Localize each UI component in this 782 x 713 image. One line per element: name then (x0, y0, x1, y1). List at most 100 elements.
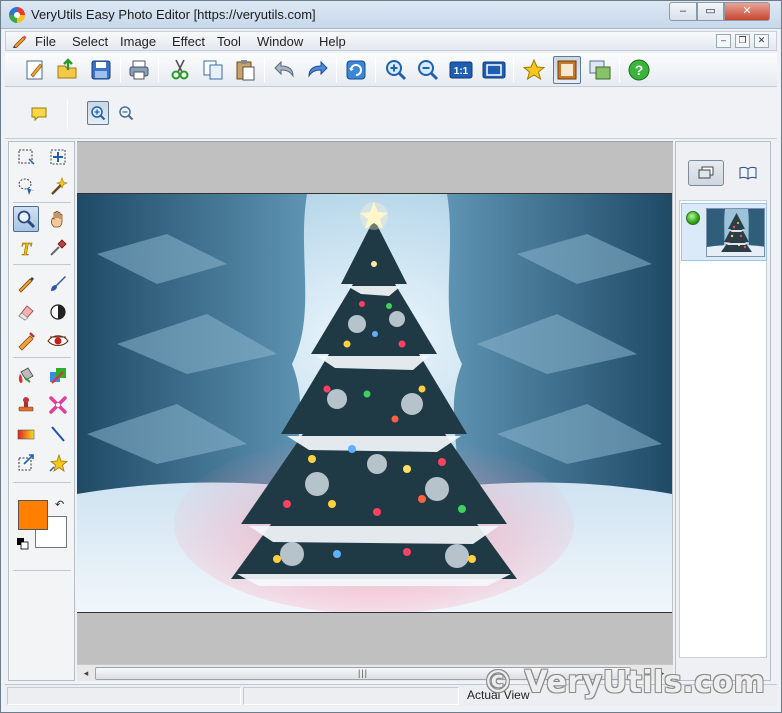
color-replace-tool[interactable] (45, 363, 71, 389)
zoom-out-small-icon (119, 106, 134, 121)
slideshow-icon (589, 60, 611, 80)
undo-button[interactable] (271, 56, 299, 84)
frame-button[interactable] (553, 56, 581, 84)
default-colors-icon[interactable] (17, 538, 29, 550)
fit-window-button[interactable] (480, 56, 508, 84)
redo-icon (308, 60, 328, 78)
heal-icon (49, 396, 67, 414)
slideshow-button[interactable] (586, 56, 614, 84)
foreground-color-swatch[interactable] (18, 500, 48, 530)
fill-tool[interactable] (13, 363, 39, 389)
tool-separator (13, 570, 71, 571)
tool-separator (13, 482, 71, 483)
frame-icon (557, 60, 577, 80)
sharpen-icon (18, 332, 35, 351)
comment-button[interactable] (25, 100, 53, 128)
toolbar-separator (264, 58, 265, 82)
stamp-tool[interactable] (13, 392, 39, 418)
zoom-out-icon (418, 60, 439, 81)
magic-wand-tool[interactable] (45, 173, 71, 199)
heal-tool[interactable] (45, 392, 71, 418)
christmas-tree-photo[interactable] (77, 193, 672, 613)
lasso-tool[interactable] (13, 173, 39, 199)
save-icon (91, 60, 111, 80)
image-thumbnail-item[interactable] (681, 203, 767, 261)
book-button[interactable] (730, 160, 766, 186)
thumbnail-image (706, 208, 765, 257)
toolbar-separator (619, 58, 620, 82)
help-button[interactable]: ? (625, 56, 653, 84)
swap-colors-icon[interactable]: ↶ (55, 498, 64, 511)
move-icon (50, 149, 66, 165)
hand-icon (51, 210, 63, 228)
scroll-left-arrow[interactable]: ◂ (79, 667, 93, 680)
help-icon: ? (628, 59, 650, 81)
zoom-out-button[interactable] (414, 56, 442, 84)
brush-tool[interactable] (45, 270, 71, 296)
mdi-close-button[interactable]: ✕ (754, 34, 769, 48)
favorite-button[interactable] (520, 56, 548, 84)
mdi-restore-button[interactable]: ❐ (735, 34, 750, 48)
app-logo-icon (9, 7, 25, 23)
rect-select-tool[interactable] (13, 144, 39, 170)
eyedropper-tool[interactable] (45, 235, 71, 261)
menu-help[interactable]: Help (319, 34, 346, 49)
menu-file[interactable]: File (35, 34, 56, 49)
gradient-icon (17, 429, 35, 440)
contrast-tool[interactable] (45, 299, 71, 325)
line-tool[interactable] (45, 421, 71, 447)
minimize-button[interactable]: – (669, 2, 697, 21)
mdi-minimize-button[interactable]: – (716, 34, 731, 48)
text-tool-label: T (21, 239, 33, 258)
layers-button[interactable] (688, 160, 724, 186)
toolbar-separator (375, 58, 376, 82)
brush-icon (51, 276, 66, 291)
menu-tool[interactable]: Tool (217, 34, 241, 49)
app-window: VeryUtils Easy Photo Editor [https://ver… (0, 0, 782, 713)
new-button[interactable] (21, 56, 49, 84)
pencil-tool[interactable] (13, 270, 39, 296)
menu-window[interactable]: Window (257, 34, 303, 49)
eraser-tool[interactable] (13, 299, 39, 325)
image-canvas[interactable] (77, 141, 673, 664)
open-button[interactable] (54, 56, 82, 84)
close-button[interactable]: ✕ (724, 2, 770, 21)
save-button[interactable] (87, 56, 115, 84)
actual-size-button[interactable]: 1:1 (447, 56, 475, 84)
red-eye-tool[interactable] (45, 328, 71, 354)
tool-separator (13, 202, 71, 203)
zoom-out-small-button[interactable] (115, 101, 137, 125)
book-icon (739, 166, 757, 180)
secondary-toolbar (5, 89, 777, 139)
text-tool[interactable]: T (13, 235, 39, 261)
menu-image[interactable]: Image (120, 34, 156, 49)
refresh-icon (346, 60, 366, 80)
zoom-in-button[interactable] (382, 56, 410, 84)
gradient-tool[interactable] (13, 421, 39, 447)
line-icon (51, 426, 65, 442)
toolbar-separator (158, 58, 159, 82)
move-tool[interactable] (45, 144, 71, 170)
zoom-tool-icon (17, 210, 36, 229)
status-cell-left (7, 687, 241, 705)
zoom-tool[interactable] (13, 206, 39, 232)
shape-star-tool[interactable] (45, 450, 71, 476)
zoom-in-small-button[interactable] (87, 101, 109, 125)
maximize-button[interactable]: ▭ (697, 2, 724, 21)
menu-effect[interactable]: Effect (172, 34, 205, 49)
sharpen-tool[interactable] (13, 328, 39, 354)
zoom-in-small-icon (91, 106, 106, 121)
print-button[interactable] (125, 56, 153, 84)
watermark-text: © VeryUtils.com (483, 665, 766, 700)
paste-button[interactable] (231, 56, 259, 84)
hand-tool[interactable] (45, 206, 71, 232)
copy-button[interactable] (199, 56, 227, 84)
tools-panel: T ↶ (8, 141, 75, 681)
cut-button[interactable] (166, 56, 194, 84)
refresh-button[interactable] (342, 56, 370, 84)
fill-icon (18, 367, 34, 383)
redo-button[interactable] (303, 56, 331, 84)
help-label: ? (635, 62, 644, 78)
menu-select[interactable]: Select (72, 34, 108, 49)
transform-tool[interactable] (13, 450, 39, 476)
